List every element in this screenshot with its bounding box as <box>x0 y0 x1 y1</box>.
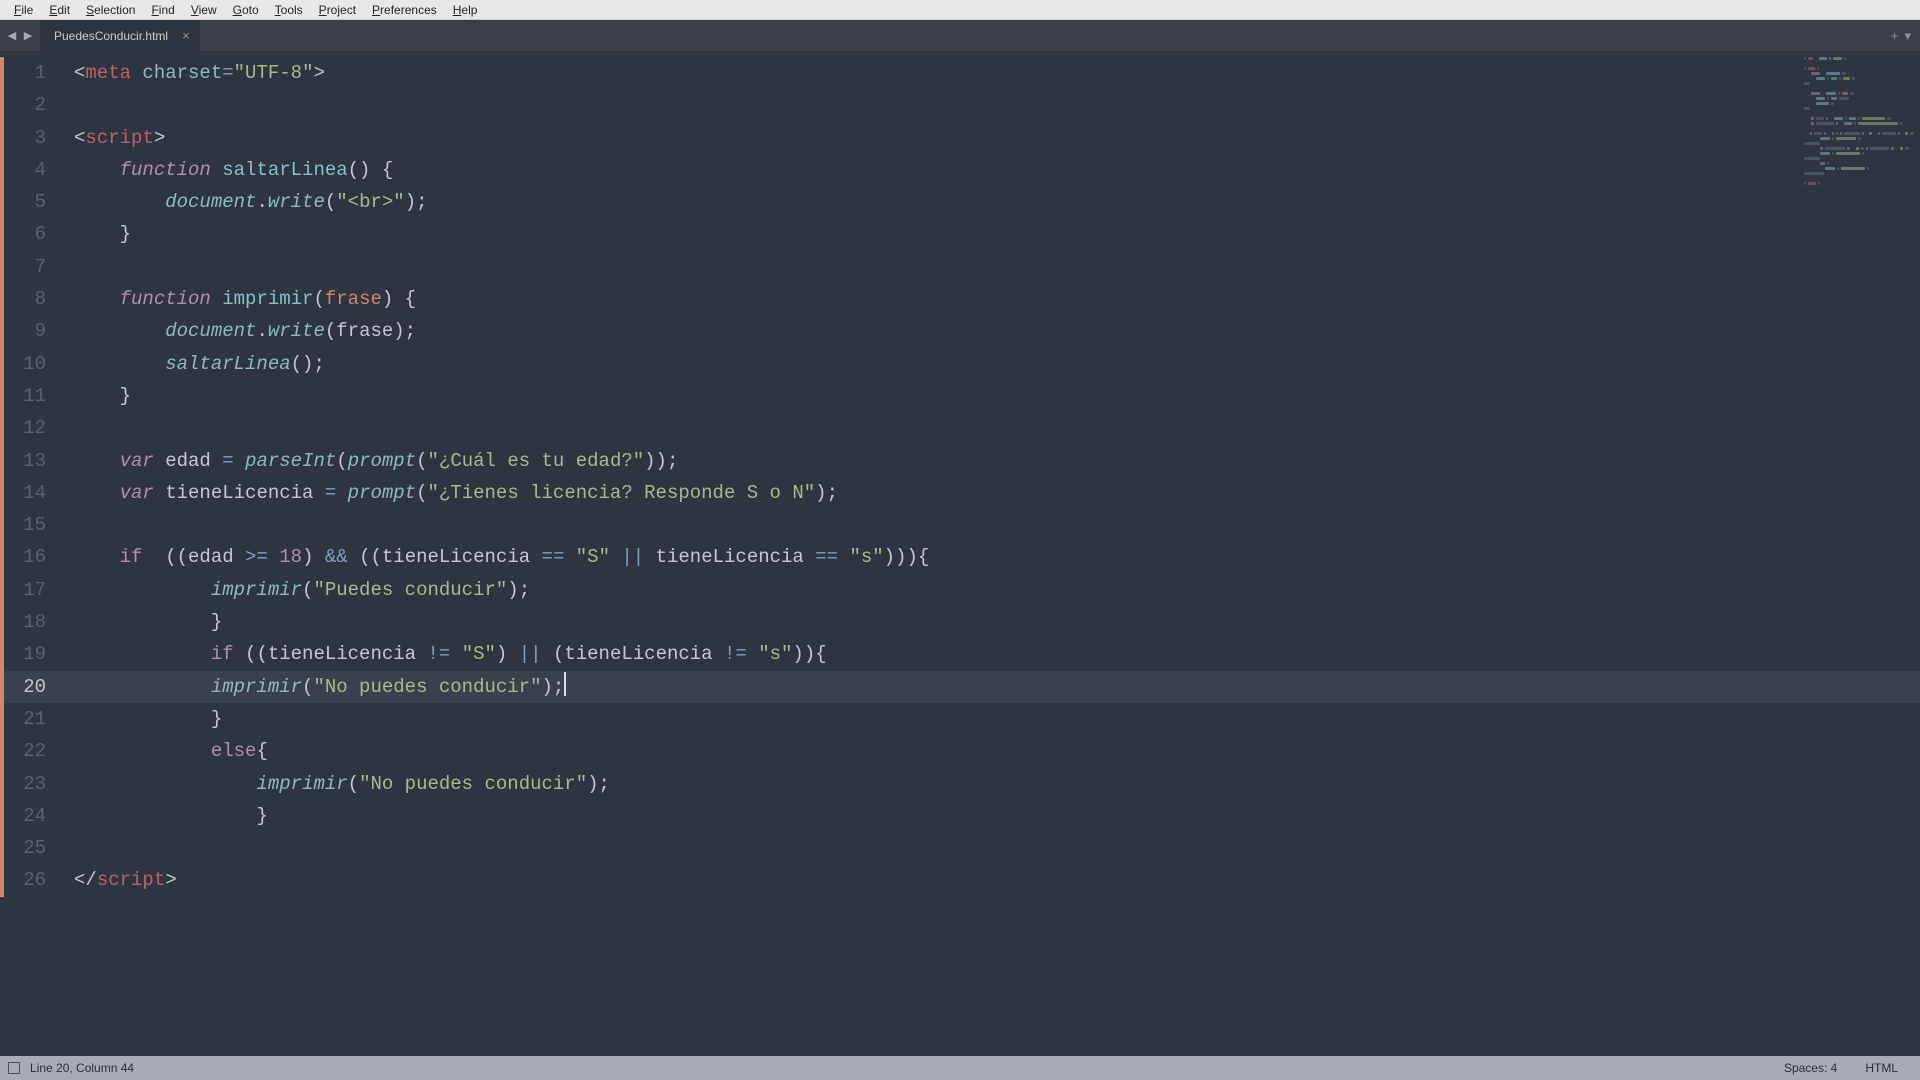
status-position[interactable]: Line 20, Column 44 <box>30 1061 134 1075</box>
line-number[interactable]: 7 <box>0 251 64 283</box>
line-number[interactable]: 4 <box>0 154 64 186</box>
line-number[interactable]: 18 <box>0 606 64 638</box>
line-number[interactable]: 5 <box>0 186 64 218</box>
line-number[interactable]: 19 <box>0 638 64 670</box>
new-tab-icon[interactable]: + <box>1888 28 1902 43</box>
line-number[interactable]: 21 <box>0 703 64 735</box>
line-number[interactable]: 8 <box>0 283 64 315</box>
code-line[interactable]: document.write(frase); <box>64 315 1920 347</box>
code-line[interactable]: function imprimir(frase) { <box>64 283 1920 315</box>
tab-bar: ◀ ▶ PuedesConducir.html × + ▾ <box>0 20 1920 51</box>
code-line[interactable] <box>64 251 1920 283</box>
line-number[interactable]: 16 <box>0 541 64 573</box>
menu-project[interactable]: Project <box>311 3 364 17</box>
menu-help[interactable]: Help <box>445 3 486 17</box>
code-line[interactable]: else{ <box>64 735 1920 767</box>
tab-active[interactable]: PuedesConducir.html × <box>40 20 200 51</box>
menu-tools[interactable]: Tools <box>267 3 311 17</box>
code-line[interactable] <box>64 89 1920 121</box>
code-line[interactable]: imprimir("No puedes conducir"); <box>64 768 1920 800</box>
line-number[interactable]: 25 <box>0 832 64 864</box>
line-number[interactable]: 12 <box>0 412 64 444</box>
code-line[interactable] <box>64 509 1920 541</box>
line-number[interactable]: 10 <box>0 348 64 380</box>
line-gutter: 1234567891011121314151617181920212223242… <box>0 51 64 1056</box>
code-line[interactable]: saltarLinea(); <box>64 348 1920 380</box>
code-line[interactable]: imprimir("No puedes conducir"); <box>64 671 1920 703</box>
menu-find[interactable]: Find <box>143 3 182 17</box>
line-number[interactable]: 13 <box>0 445 64 477</box>
line-number[interactable]: 20 <box>0 671 64 703</box>
code-line[interactable] <box>64 412 1920 444</box>
line-number[interactable]: 2 <box>0 89 64 121</box>
tab-back-icon[interactable]: ◀ <box>5 29 19 43</box>
code-line[interactable]: } <box>64 606 1920 638</box>
status-spaces[interactable]: Spaces: 4 <box>1770 1061 1851 1075</box>
line-number[interactable]: 11 <box>0 380 64 412</box>
line-number[interactable]: 15 <box>0 509 64 541</box>
status-bar: Line 20, Column 44 Spaces: 4 HTML <box>0 1056 1920 1080</box>
line-number[interactable]: 26 <box>0 864 64 896</box>
text-cursor <box>564 672 566 696</box>
code-line[interactable]: document.write("<br>"); <box>64 186 1920 218</box>
status-icon[interactable] <box>8 1062 20 1074</box>
code-line[interactable]: } <box>64 703 1920 735</box>
code-line[interactable]: <meta charset="UTF-8"> <box>64 57 1920 89</box>
tab-bar-right: + ▾ <box>1882 20 1920 51</box>
code-line[interactable]: <script> <box>64 122 1920 154</box>
tab-forward-icon[interactable]: ▶ <box>21 29 35 43</box>
code-line[interactable]: var tieneLicencia = prompt("¿Tienes lice… <box>64 477 1920 509</box>
status-syntax[interactable]: HTML <box>1851 1061 1912 1075</box>
menu-goto[interactable]: Goto <box>225 3 267 17</box>
line-number[interactable]: 1 <box>0 57 64 89</box>
menu-selection[interactable]: Selection <box>78 3 143 17</box>
code-line[interactable]: imprimir("Puedes conducir"); <box>64 574 1920 606</box>
code-line[interactable]: } <box>64 800 1920 832</box>
code-line[interactable]: } <box>64 218 1920 250</box>
tab-title: PuedesConducir.html <box>54 29 168 43</box>
line-number[interactable]: 17 <box>0 574 64 606</box>
menu-bar: FileEditSelectionFindViewGotoToolsProjec… <box>0 0 1920 20</box>
code-line[interactable]: if ((tieneLicencia != "S") || (tieneLice… <box>64 638 1920 670</box>
line-number[interactable]: 6 <box>0 218 64 250</box>
menu-view[interactable]: View <box>183 3 225 17</box>
close-icon[interactable]: × <box>168 28 190 43</box>
code-line[interactable]: if ((edad >= 18) && ((tieneLicencia == "… <box>64 541 1920 573</box>
code-area[interactable]: <meta charset="UTF-8"> <script> function … <box>64 51 1920 1056</box>
code-line[interactable]: var edad = parseInt(prompt("¿Cuál es tu … <box>64 445 1920 477</box>
tab-nav: ◀ ▶ <box>0 20 40 51</box>
code-line[interactable]: } <box>64 380 1920 412</box>
line-number[interactable]: 24 <box>0 800 64 832</box>
line-number[interactable]: 3 <box>0 122 64 154</box>
line-number[interactable]: 9 <box>0 315 64 347</box>
code-line[interactable]: function saltarLinea() { <box>64 154 1920 186</box>
line-number[interactable]: 14 <box>0 477 64 509</box>
code-line[interactable]: </script> <box>64 864 1920 896</box>
line-number[interactable]: 22 <box>0 735 64 767</box>
code-line[interactable] <box>64 832 1920 864</box>
menu-edit[interactable]: Edit <box>41 3 78 17</box>
menu-file[interactable]: File <box>6 3 41 17</box>
editor: 1234567891011121314151617181920212223242… <box>0 51 1920 1056</box>
line-number[interactable]: 23 <box>0 768 64 800</box>
tab-menu-icon[interactable]: ▾ <box>1901 28 1914 44</box>
menu-preferences[interactable]: Preferences <box>364 3 445 17</box>
